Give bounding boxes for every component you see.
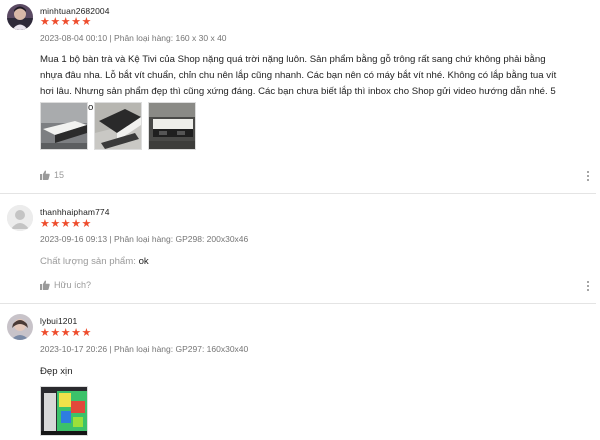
rating-stars: ★★★★★ [40, 16, 92, 28]
more-options-button[interactable] [585, 279, 591, 293]
review-item: lybui1201 ★★★★★ 2023-10-17 20:26 | Phân … [0, 304, 600, 440]
avatar-photo-icon [7, 314, 33, 340]
thumbs-up-icon [40, 170, 50, 180]
reviewer-username[interactable]: lybui1201 [40, 316, 77, 326]
review-meta: 2023-09-16 09:13 | Phân loại hàng: GP298… [40, 234, 249, 244]
helpful-label: Hữu ích? [54, 280, 92, 290]
review-photo[interactable] [94, 102, 142, 150]
thumbs-up-icon [40, 280, 50, 290]
more-vertical-icon [585, 280, 591, 291]
more-vertical-icon [585, 170, 591, 181]
avatar-photo-icon [7, 4, 33, 30]
user-avatar-placeholder-icon [7, 205, 33, 231]
avatar[interactable] [7, 205, 33, 231]
photo-thumbnail-icon [41, 103, 87, 149]
review-photo[interactable] [148, 102, 196, 150]
like-count: 15 [54, 170, 65, 180]
avatar[interactable] [7, 4, 33, 30]
like-button[interactable]: 15 [40, 170, 64, 180]
avatar[interactable] [7, 314, 33, 340]
review-photo[interactable] [40, 102, 88, 150]
more-options-button[interactable] [585, 169, 591, 183]
reviewer-username[interactable]: thanhhaipham774 [40, 207, 110, 217]
review-photo[interactable] [40, 386, 88, 436]
photo-thumbnail-icon [149, 103, 195, 149]
review-meta: 2023-10-17 20:26 | Phân loại hàng: GP297… [40, 344, 249, 354]
photo-thumbnail-icon [95, 103, 141, 149]
review-item: minhtuan2682004 ★★★★★ 2023-08-04 00:10 |… [0, 0, 600, 193]
review-attribute: Chất lượng sản phẩm: ok [40, 254, 560, 270]
rating-stars: ★★★★★ [40, 327, 92, 339]
review-text: Đẹp xịn [40, 366, 73, 377]
reviewer-username[interactable]: minhtuan2682004 [40, 6, 110, 16]
review-meta: 2023-08-04 00:10 | Phân loại hàng: 160 x… [40, 33, 227, 43]
helpful-button[interactable]: Hữu ích? [40, 280, 91, 290]
attribute-value: ok [138, 256, 149, 267]
photo-thumbnail-icon [41, 387, 87, 435]
review-item: thanhhaipham774 ★★★★★ 2023-09-16 09:13 |… [0, 194, 600, 303]
rating-stars: ★★★★★ [40, 218, 92, 230]
attribute-label: Chất lượng sản phẩm: [40, 256, 136, 267]
